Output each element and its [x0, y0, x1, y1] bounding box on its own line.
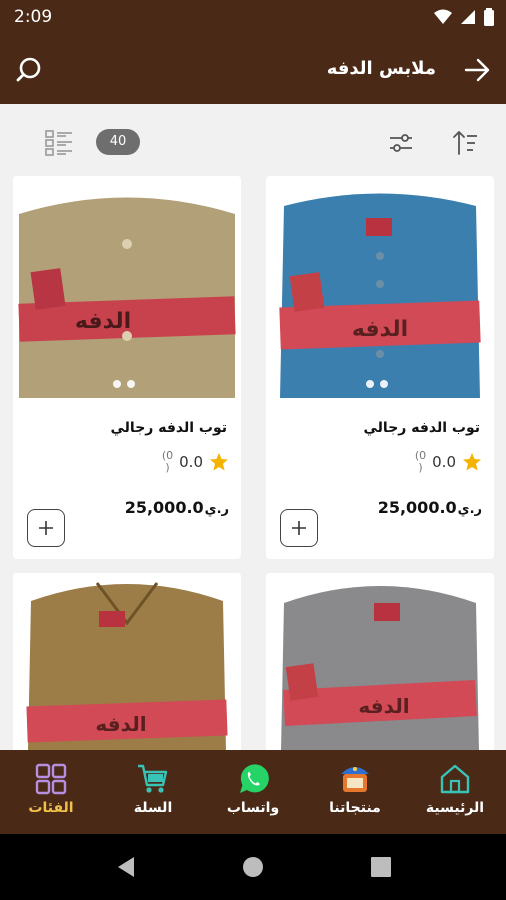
product-rating: (0) 0.0 — [415, 450, 482, 474]
product-name: توب الدفه رجالي — [110, 420, 227, 436]
cart-icon — [138, 764, 168, 793]
nav-cart-label: السلة — [133, 800, 173, 816]
image-label: الدفه — [95, 712, 146, 736]
nav-cart[interactable]: السلة — [108, 762, 198, 816]
back-triangle-icon[interactable] — [114, 855, 138, 879]
image-label: الدفه — [75, 309, 131, 334]
nav-home-label: الرئيسية — [425, 800, 485, 816]
image-label: الدفه — [352, 317, 408, 342]
bottom-nav: الرئيسية منتجاتنا واتساب السلة الفئات — [0, 750, 506, 834]
star-icon — [463, 453, 481, 471]
product-name: توب الدفه رجالي — [363, 420, 480, 436]
review-count: (0) — [414, 449, 427, 474]
product-rating: (0) 0.0 — [162, 450, 229, 474]
recents-square-icon[interactable] — [369, 855, 393, 879]
back-arrow-icon[interactable] — [462, 55, 492, 85]
nav-categories[interactable]: الفئات — [6, 762, 96, 816]
image-pager-dots — [113, 380, 135, 388]
product-card[interactable]: الدفه — [13, 573, 241, 750]
product-price: 25,000.0ر.ي — [377, 498, 482, 517]
product-price: 25,000.0ر.ي — [124, 498, 229, 517]
home-icon — [440, 764, 470, 794]
product-image[interactable]: الدفه — [13, 573, 241, 750]
nav-products[interactable]: منتجاتنا — [310, 762, 400, 816]
search-icon[interactable] — [14, 55, 44, 85]
nav-home[interactable]: الرئيسية — [410, 762, 500, 816]
page-title: ملابس الدفه — [326, 58, 436, 79]
product-card[interactable]: الدفه — [266, 573, 494, 750]
rating-value: 0.0 — [179, 453, 203, 471]
nav-whatsapp[interactable]: واتساب — [208, 762, 298, 816]
image-pager-dots — [366, 380, 388, 388]
product-card[interactable]: الدفه توب الدفه رجالي (0) 0.0 25,000.0ر.… — [266, 176, 494, 559]
list-view-icon[interactable] — [44, 128, 74, 158]
add-to-cart-button[interactable] — [27, 509, 65, 547]
system-nav-bar — [0, 834, 506, 900]
status-time: 2:09 — [14, 7, 53, 27]
nav-categories-label: الفئات — [28, 800, 74, 816]
battery-icon — [484, 8, 494, 26]
product-image[interactable]: الدفه — [266, 176, 494, 404]
home-circle-icon[interactable] — [241, 855, 265, 879]
wifi-icon — [434, 9, 452, 24]
store-icon — [341, 767, 369, 792]
product-grid: الدفه توب الدفه رجالي (0) 0.0 25,000.0ر.… — [0, 176, 506, 750]
app-bar: ملابس الدفه — [0, 36, 506, 104]
star-icon — [210, 453, 228, 471]
add-to-cart-button[interactable] — [280, 509, 318, 547]
review-count: (0) — [161, 449, 174, 474]
status-bar: 2:09 — [0, 0, 506, 36]
filter-icon[interactable] — [386, 128, 416, 158]
product-card[interactable]: الدفه توب الدفه رجالي (0) 0.0 25,000.0ر.… — [13, 176, 241, 559]
plus-icon — [292, 521, 306, 535]
list-toolbar: 40 — [0, 104, 506, 176]
whatsapp-icon — [240, 764, 269, 793]
product-image[interactable]: الدفه — [13, 176, 241, 404]
plus-icon — [39, 521, 53, 535]
system-icons — [434, 8, 494, 26]
signal-icon — [461, 10, 475, 24]
categories-icon — [35, 763, 67, 795]
nav-whatsapp-label: واتساب — [226, 800, 280, 816]
sort-icon[interactable] — [450, 128, 480, 158]
nav-products-label: منتجاتنا — [329, 800, 381, 816]
product-count-badge: 40 — [96, 129, 140, 155]
product-image[interactable]: الدفه — [266, 573, 494, 750]
image-label: الدفه — [358, 694, 409, 718]
rating-value: 0.0 — [432, 453, 456, 471]
